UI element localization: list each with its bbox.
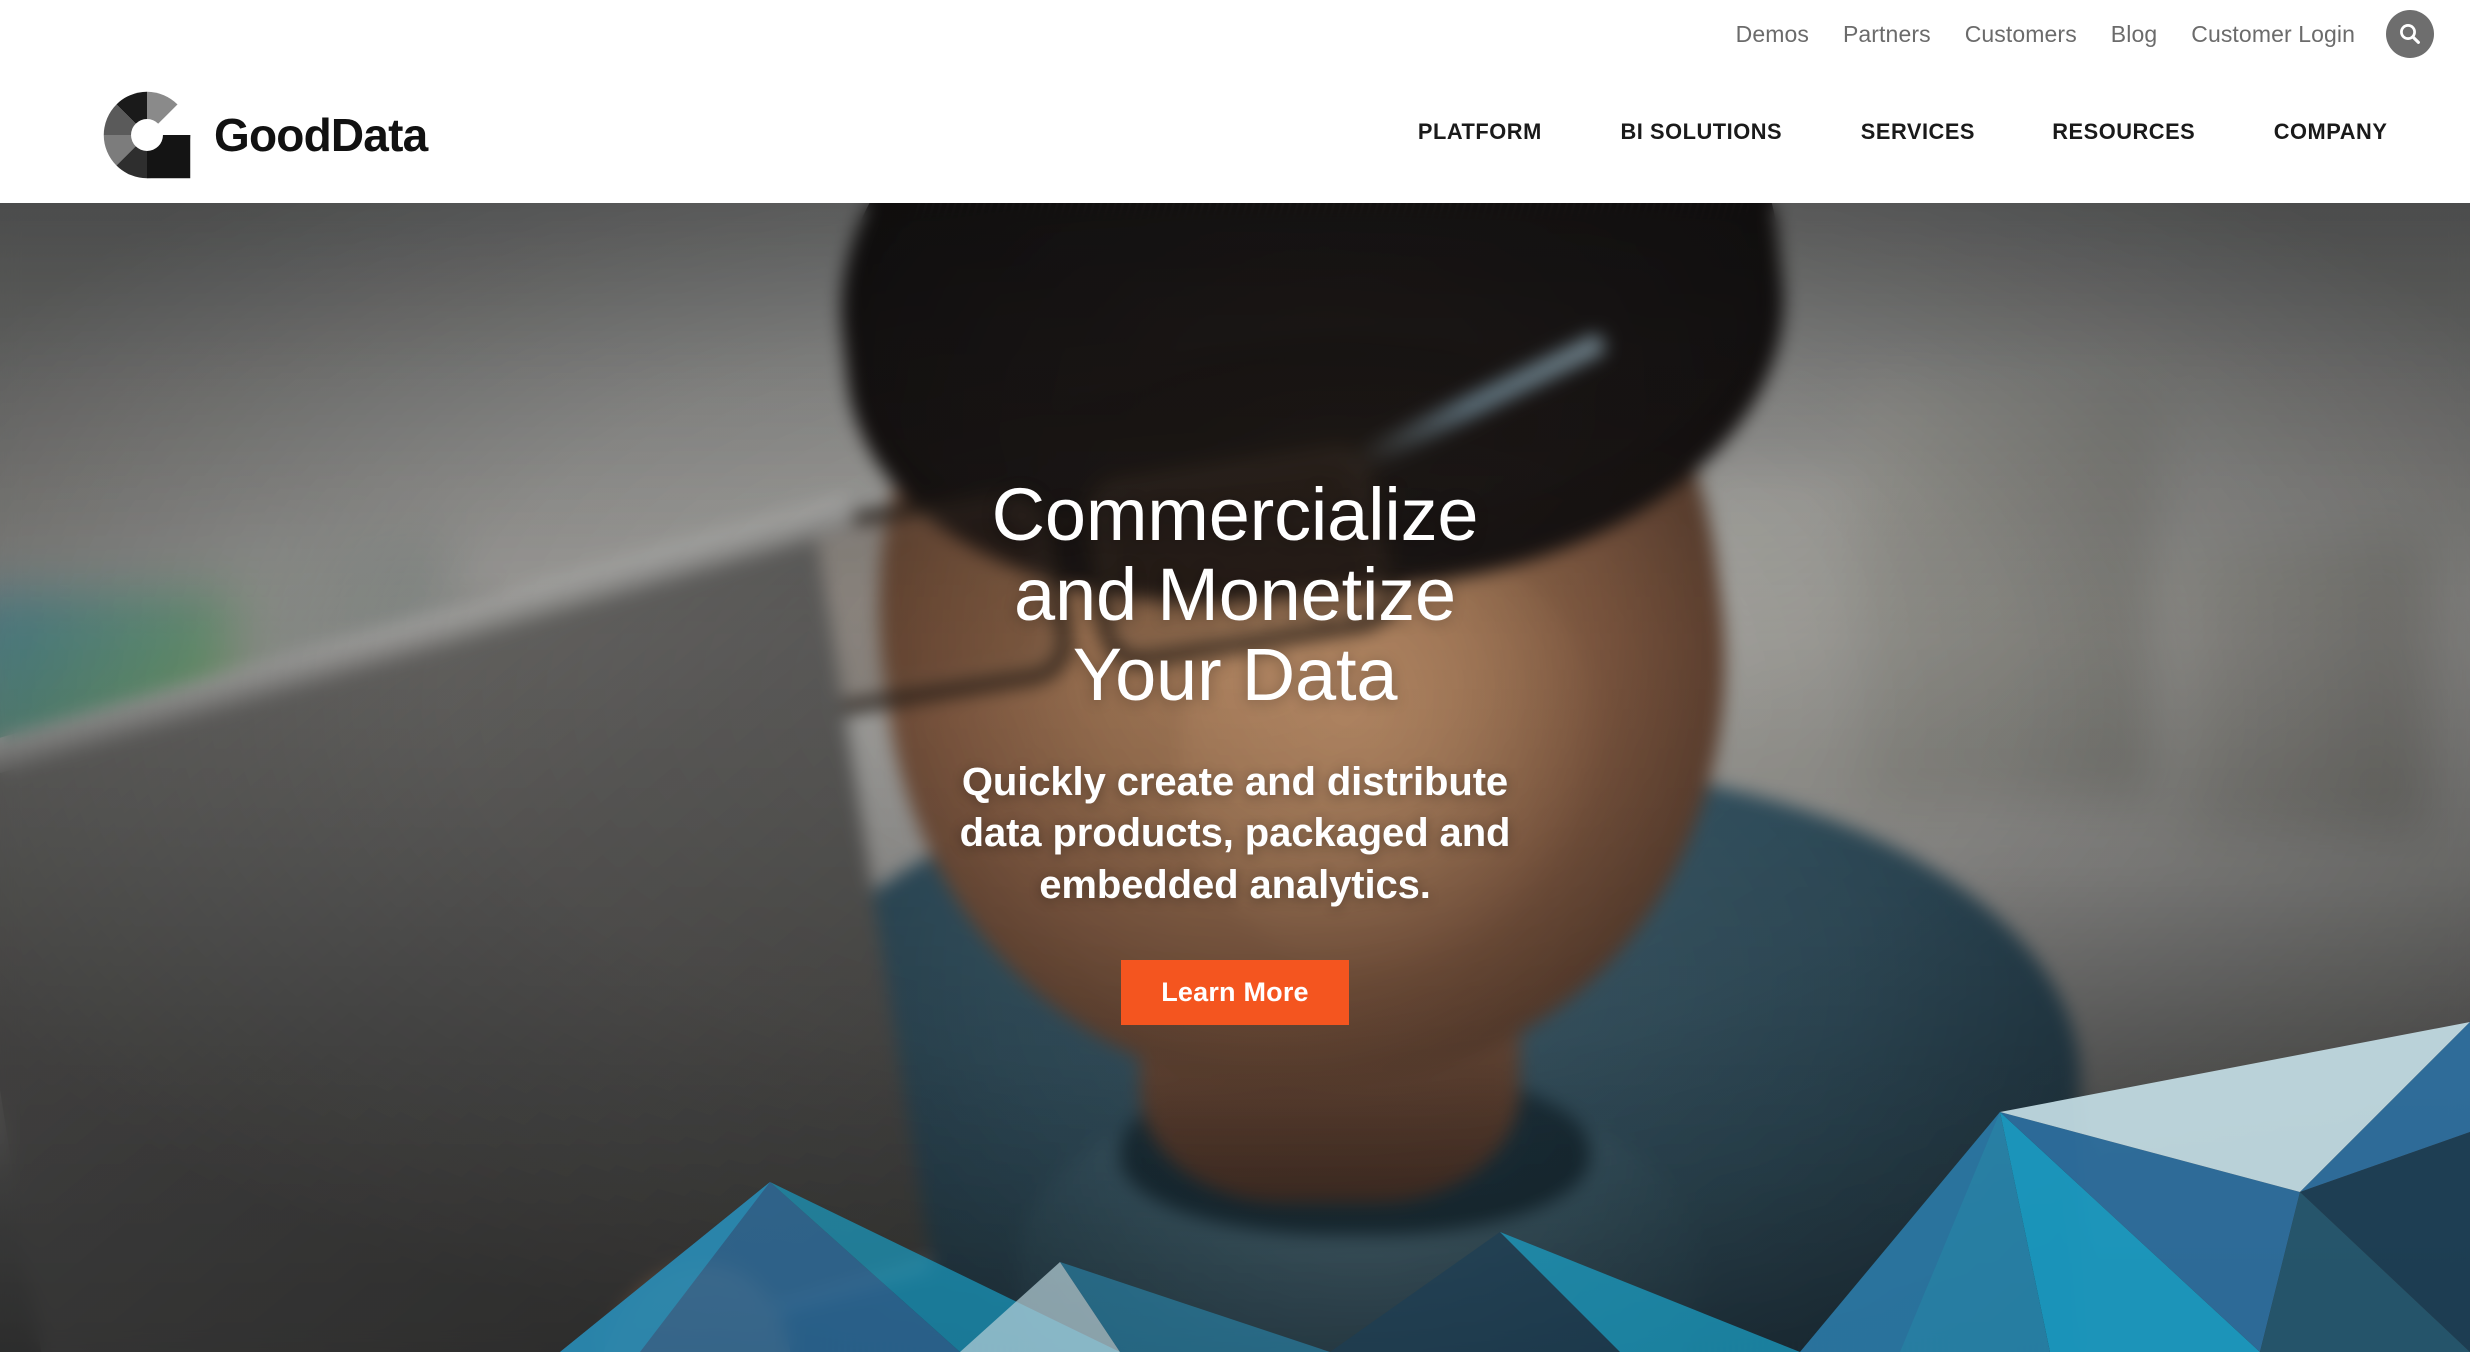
main-nav-company[interactable]: COMPANY [2238, 119, 2423, 145]
hero-background-photo [0, 203, 2470, 1352]
page-root: Demos Partners Customers Blog Customer L… [0, 0, 2470, 1352]
search-button[interactable] [2386, 10, 2434, 58]
utility-link-partners[interactable]: Partners [1826, 21, 1948, 48]
main-nav-platform[interactable]: PLATFORM [1382, 119, 1578, 145]
utility-link-customers[interactable]: Customers [1948, 21, 2094, 48]
utility-link-customer-login[interactable]: Customer Login [2174, 21, 2372, 48]
gooddata-logo-icon [100, 88, 194, 182]
hero-section: Commercialize and Monetize Your Data Qui… [0, 203, 2470, 1352]
search-icon [2397, 21, 2423, 47]
main-nav-services[interactable]: SERVICES [1824, 119, 2010, 145]
main-nav-resources[interactable]: RESOURCES [2017, 119, 2232, 145]
learn-more-button[interactable]: Learn More [1121, 959, 1349, 1025]
site-header: Demos Partners Customers Blog Customer L… [0, 0, 2470, 203]
main-nav: PLATFORM BI SOLUTIONS SERVICES RESOURCES… [1379, 119, 2426, 145]
utility-nav: Demos Partners Customers Blog Customer L… [1719, 0, 2434, 68]
main-nav-bi-solutions[interactable]: BI SOLUTIONS [1585, 119, 1818, 145]
logo-wordmark: GoodData [214, 109, 428, 161]
utility-link-blog[interactable]: Blog [2094, 21, 2174, 48]
utility-link-demos[interactable]: Demos [1719, 21, 1826, 48]
logo-home-link[interactable]: GoodData [100, 88, 428, 182]
